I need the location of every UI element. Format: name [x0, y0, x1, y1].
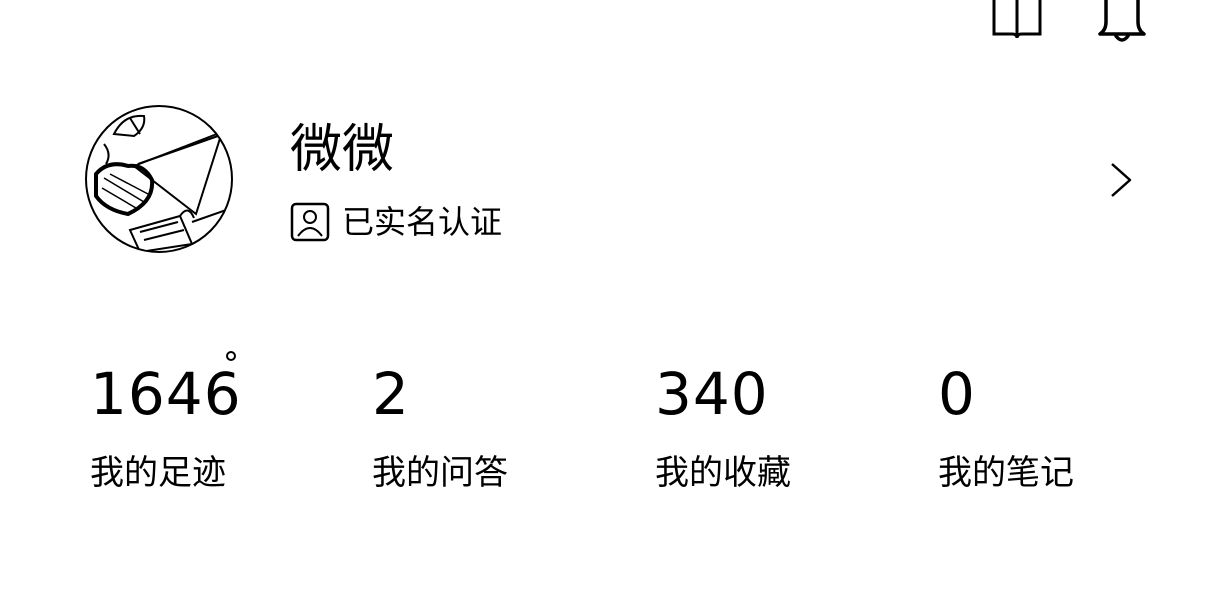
- bell-icon[interactable]: [1096, 0, 1148, 44]
- stat-label: 我的问答: [372, 453, 508, 493]
- stat-label: 我的收藏: [655, 453, 791, 493]
- verification-status: 已实名认证: [290, 200, 502, 244]
- stat-value: 2: [372, 360, 410, 428]
- stat-qa[interactable]: 2 我的问答: [372, 345, 632, 505]
- top-toolbar: [990, 0, 1160, 44]
- notification-dot: [226, 351, 236, 361]
- stat-footprints[interactable]: 1646 我的足迹: [90, 345, 350, 505]
- stat-value: 0: [938, 360, 976, 428]
- stat-notes[interactable]: 0 我的笔记: [938, 345, 1198, 505]
- stat-value: 340: [655, 360, 769, 428]
- id-card-icon: [290, 202, 330, 242]
- stat-label: 我的足迹: [90, 453, 226, 493]
- profile-name: 微微: [290, 120, 395, 180]
- verification-label: 已实名认证: [342, 203, 503, 241]
- stat-label: 我的笔记: [938, 453, 1074, 493]
- avatar[interactable]: [84, 104, 234, 254]
- chevron-right-icon[interactable]: [1102, 160, 1138, 200]
- stats-row: 1646 我的足迹 2 我的问答 340 我的收藏 0 我的笔记: [0, 345, 1220, 505]
- stat-favorites[interactable]: 340 我的收藏: [655, 345, 915, 505]
- book-icon[interactable]: [990, 0, 1044, 40]
- stat-value: 1646: [90, 360, 242, 428]
